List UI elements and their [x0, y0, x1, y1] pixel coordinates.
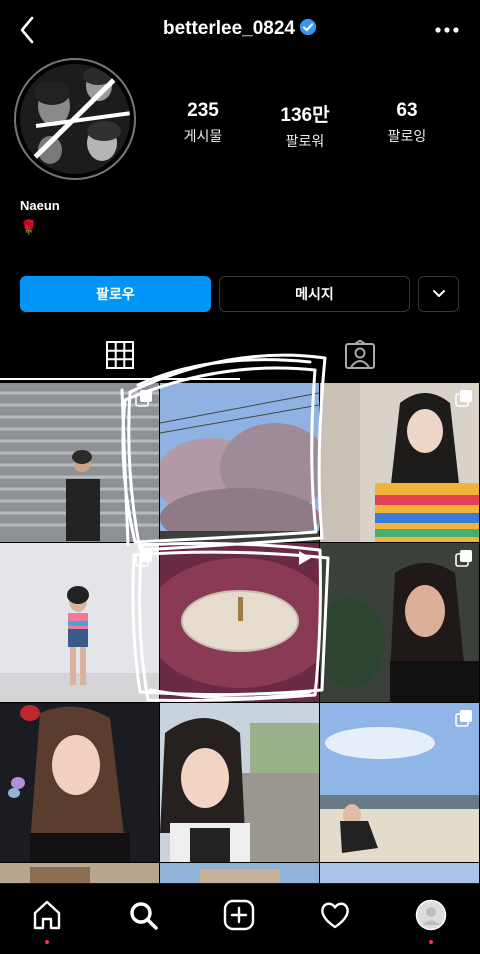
search-icon — [130, 902, 158, 930]
multiple-photos-icon — [135, 390, 152, 407]
stat-following-count: 63 — [396, 100, 418, 121]
post-image — [160, 383, 319, 542]
follow-button[interactable]: 팔로우 — [20, 276, 211, 312]
nav-add-post[interactable] — [222, 898, 256, 932]
profile-name: Naeun — [20, 198, 60, 213]
post-thumbnail[interactable] — [0, 703, 159, 862]
nav-home[interactable] — [30, 898, 64, 932]
bottom-nav — [0, 883, 480, 954]
message-button[interactable]: 메시지 — [219, 276, 410, 312]
profile-avatar-icon — [415, 899, 447, 931]
multiple-photos-icon — [455, 710, 472, 727]
video-icon — [299, 551, 311, 565]
post-thumbnail[interactable] — [0, 863, 159, 883]
tagged-icon — [345, 340, 375, 369]
post-image — [0, 703, 159, 862]
stat-posts-count: 235 — [187, 100, 219, 121]
post-thumbnail[interactable] — [160, 863, 319, 883]
stat-followers-label: 팔로워 — [285, 133, 325, 149]
post-image — [320, 863, 479, 883]
stat-following[interactable]: 63 팔로잉 — [352, 100, 462, 146]
post-thumbnail[interactable] — [320, 383, 479, 542]
nav-profile[interactable] — [414, 898, 448, 932]
grid-icon — [106, 341, 134, 369]
post-thumbnail[interactable] — [0, 543, 159, 702]
post-thumbnail[interactable] — [320, 543, 479, 702]
tab-tagged[interactable] — [240, 330, 480, 380]
nav-activity[interactable] — [318, 898, 352, 932]
add-post-icon — [223, 899, 255, 931]
profile-tabs — [0, 330, 480, 380]
post-thumbnail[interactable] — [160, 383, 319, 542]
suggested-dropdown-button[interactable] — [418, 276, 459, 312]
stat-followers-count: 136만 — [280, 105, 330, 126]
post-thumbnail[interactable] — [320, 863, 479, 883]
post-thumbnail[interactable] — [0, 383, 159, 542]
verified-badge-icon — [299, 18, 317, 36]
tab-grid[interactable] — [0, 330, 240, 380]
post-thumbnail[interactable] — [160, 543, 319, 702]
nav-search[interactable] — [126, 898, 160, 932]
multiple-photos-icon — [455, 550, 472, 567]
notification-dot — [45, 940, 49, 944]
bio-emoji: 🌹 — [20, 219, 38, 235]
stat-posts-label: 게시물 — [183, 128, 223, 144]
username-header: betterlee_0824 — [0, 18, 480, 40]
post-thumbnail[interactable] — [320, 703, 479, 862]
home-icon — [33, 900, 61, 930]
post-thumbnail[interactable] — [160, 703, 319, 862]
notification-dot — [429, 940, 433, 944]
heart-icon — [321, 902, 349, 929]
username: betterlee_0824 — [162, 18, 296, 39]
multiple-photos-icon — [135, 550, 152, 567]
active-tab-indicator — [0, 378, 240, 380]
stat-following-label: 팔로잉 — [387, 128, 427, 144]
post-image — [160, 703, 319, 862]
top-bar: betterlee_0824 — [0, 0, 480, 60]
post-image — [160, 863, 319, 883]
profile-avatar[interactable] — [14, 58, 136, 180]
stat-followers[interactable]: 136만 팔로워 — [250, 100, 360, 151]
more-icon[interactable] — [434, 22, 460, 38]
chevron-down-icon — [432, 290, 445, 297]
post-image — [0, 863, 159, 883]
stat-posts[interactable]: 235 게시물 — [148, 100, 258, 146]
multiple-photos-icon — [455, 390, 472, 407]
